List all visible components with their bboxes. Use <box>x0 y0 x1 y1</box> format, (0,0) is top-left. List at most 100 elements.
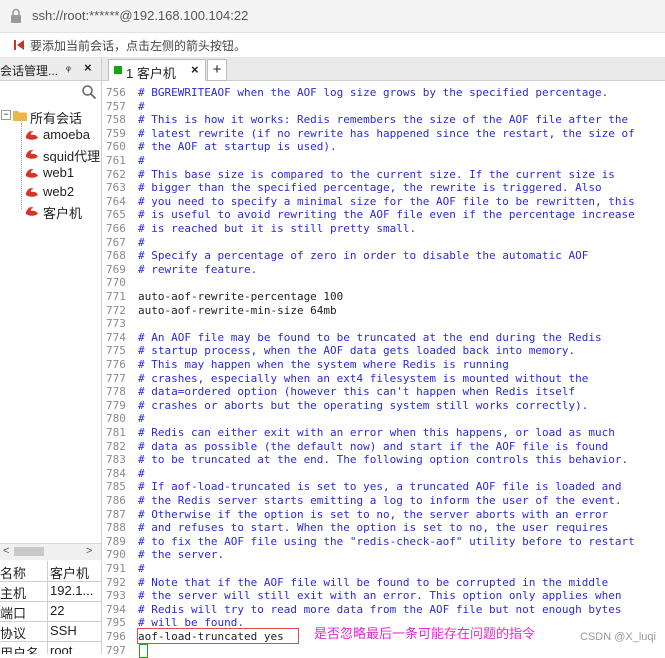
session-manager-title: 会话管理... <box>0 64 59 78</box>
watermark: CSDN @X_luqi <box>580 631 656 643</box>
line-number: 790 <box>106 548 126 562</box>
tree-session-client[interactable]: 客户机 <box>24 202 101 220</box>
tree-session-web2[interactable]: web2 <box>24 183 101 201</box>
add-tab-button[interactable]: + <box>207 59 227 81</box>
tree-item-label: squid代理 <box>43 149 101 163</box>
line-text: # the Redis server starts emitting a log… <box>138 494 622 507</box>
tab-client[interactable]: 1 客户机 × <box>108 59 206 81</box>
line-text: # BGREWRITEAOF when the AOF log size gro… <box>138 86 609 99</box>
session-search[interactable] <box>0 81 102 103</box>
collapse-icon[interactable]: − <box>1 110 11 120</box>
scroll-left-icon[interactable]: < <box>3 545 9 557</box>
line-text: # latest rewrite (if no rewrite has happ… <box>138 126 635 140</box>
line-number: 766 <box>106 222 126 235</box>
session-tree-scrollbar[interactable]: < > <box>0 543 102 560</box>
tree-session-web1[interactable]: web1 <box>24 164 101 182</box>
line-text: # crashes or aborts but the operating sy… <box>138 398 589 412</box>
line-text: # Note that if the AOF file will be foun… <box>138 575 609 589</box>
tree-session-amoeba[interactable]: amoeba <box>24 126 101 144</box>
line-text: # Redis will try to read more data from … <box>138 602 622 616</box>
terminal-line: 791 # <box>102 562 665 576</box>
terminal-pane[interactable]: 756 # BGREWRITEAOF when the AOF log size … <box>102 81 665 654</box>
line-text: auto-aof-rewrite-min-size 64mb <box>138 303 337 317</box>
line-number: 793 <box>106 589 126 603</box>
terminal-line: 793 # the server will still exit with an … <box>102 589 665 603</box>
terminal-line: 764 # you need to specify a minimal size … <box>102 195 665 209</box>
line-text: # This may happen when the system where … <box>138 358 509 371</box>
line-number: 783 <box>106 453 126 467</box>
line-text: aof-load-truncated yes <box>138 630 284 643</box>
terminal-line: 758 # This is how it works: Redis remembe… <box>102 113 665 127</box>
property-row: 协议 SSH <box>0 621 101 642</box>
line-number: 767 <box>106 235 126 249</box>
tree-folder-all-sessions[interactable]: − 所有会话 <box>0 107 101 125</box>
annotation-text: 是否忽略最后一条可能存在问题的指令 <box>314 626 536 641</box>
line-text: # <box>138 562 145 575</box>
line-number: 773 <box>106 317 126 331</box>
line-number: 764 <box>106 194 126 208</box>
line-number: 776 <box>106 358 126 371</box>
property-value: 192.1... <box>50 583 94 598</box>
session-swirl-icon <box>25 207 38 216</box>
terminal-line: 787 # Otherwise if the option is set to n… <box>102 508 665 522</box>
tree-item-label: 客户机 <box>43 206 83 220</box>
session-tree: − 所有会话 amoeba squid代理 web1 web2 客户机 <box>0 103 102 543</box>
session-properties: 名称 客户机 主机 192.1... 端口 22 协议 SSH 用户名 root <box>0 561 102 654</box>
property-key: 用户名 <box>0 646 40 654</box>
line-number: 762 <box>106 167 126 181</box>
terminal-line: 757 # <box>102 100 665 114</box>
tree-connector <box>21 123 23 209</box>
terminal-line: 778 # data=ordered option (however this c… <box>102 385 665 399</box>
scrollbar-thumb[interactable] <box>14 547 44 556</box>
address-text[interactable]: ssh://root:******@192.168.100.104:22 <box>32 8 248 23</box>
terminal-line: 782 # data as possible (the default now) … <box>102 440 665 454</box>
close-tab-icon[interactable]: × <box>191 62 199 77</box>
terminal-line: 760 # the AOF at startup is used). <box>102 140 665 154</box>
session-swirl-icon <box>25 131 38 140</box>
line-text: # This is how it works: Redis remembers … <box>138 113 629 127</box>
line-number: 784 <box>106 466 126 480</box>
line-number: 756 <box>106 86 126 99</box>
line-text: # <box>138 235 145 249</box>
line-number: 759 <box>106 126 126 140</box>
terminal-line: 756 # BGREWRITEAOF when the AOF log size … <box>102 86 665 100</box>
line-text: # will be found. <box>138 616 244 630</box>
scroll-right-icon[interactable]: > <box>86 545 92 557</box>
pin-icon[interactable]: ᵩ <box>66 61 71 73</box>
terminal-line: 780 # <box>102 412 665 426</box>
tree-session-squid[interactable]: squid代理 <box>24 145 101 163</box>
line-number: 794 <box>106 602 126 616</box>
terminal-line: 777 # crashes, especially when an ext4 fi… <box>102 372 665 386</box>
terminal-line: 773 <box>102 317 665 331</box>
property-row: 主机 192.1... <box>0 581 101 602</box>
line-text: # <box>138 466 145 480</box>
add-session-arrow-icon[interactable] <box>12 38 26 52</box>
line-text: # <box>138 99 145 113</box>
hint-text: 要添加当前会话，点击左侧的箭头按钮。 <box>30 39 247 53</box>
search-icon[interactable] <box>81 84 97 100</box>
line-text: # This base size is compared to the curr… <box>138 167 615 181</box>
terminal-line: 783 # to be truncated at the end. The fol… <box>102 453 665 467</box>
line-text: # is useful to avoid rewriting the AOF f… <box>138 208 635 222</box>
line-text: # to fix the AOF file using the "redis-c… <box>138 534 635 548</box>
terminal-line: 792 # Note that if the AOF file will be f… <box>102 576 665 590</box>
line-text: # <box>138 412 145 426</box>
property-key: 名称 <box>0 566 27 581</box>
close-panel-icon[interactable]: × <box>84 60 92 75</box>
line-text: # Redis can either exit with an error wh… <box>138 426 615 439</box>
terminal-line: 768 # Specify a percentage of zero in ord… <box>102 249 665 263</box>
line-number: 769 <box>106 262 126 276</box>
line-number: 760 <box>106 140 126 154</box>
line-text: # bigger than the specified percentage, … <box>138 181 602 195</box>
line-number: 763 <box>106 181 126 195</box>
line-number: 761 <box>106 154 126 167</box>
line-number: 789 <box>106 534 126 548</box>
property-key: 协议 <box>0 626 27 641</box>
tab-label: 1 客户机 <box>126 66 176 81</box>
line-text: # the server. <box>138 548 225 562</box>
terminal-line: 776 # This may happen when the system whe… <box>102 358 665 372</box>
line-text: # crashes, especially when an ext4 files… <box>138 371 589 385</box>
line-number: 796 <box>106 630 126 643</box>
line-number: 770 <box>106 276 126 290</box>
line-text: # rewrite feature. <box>138 262 258 276</box>
